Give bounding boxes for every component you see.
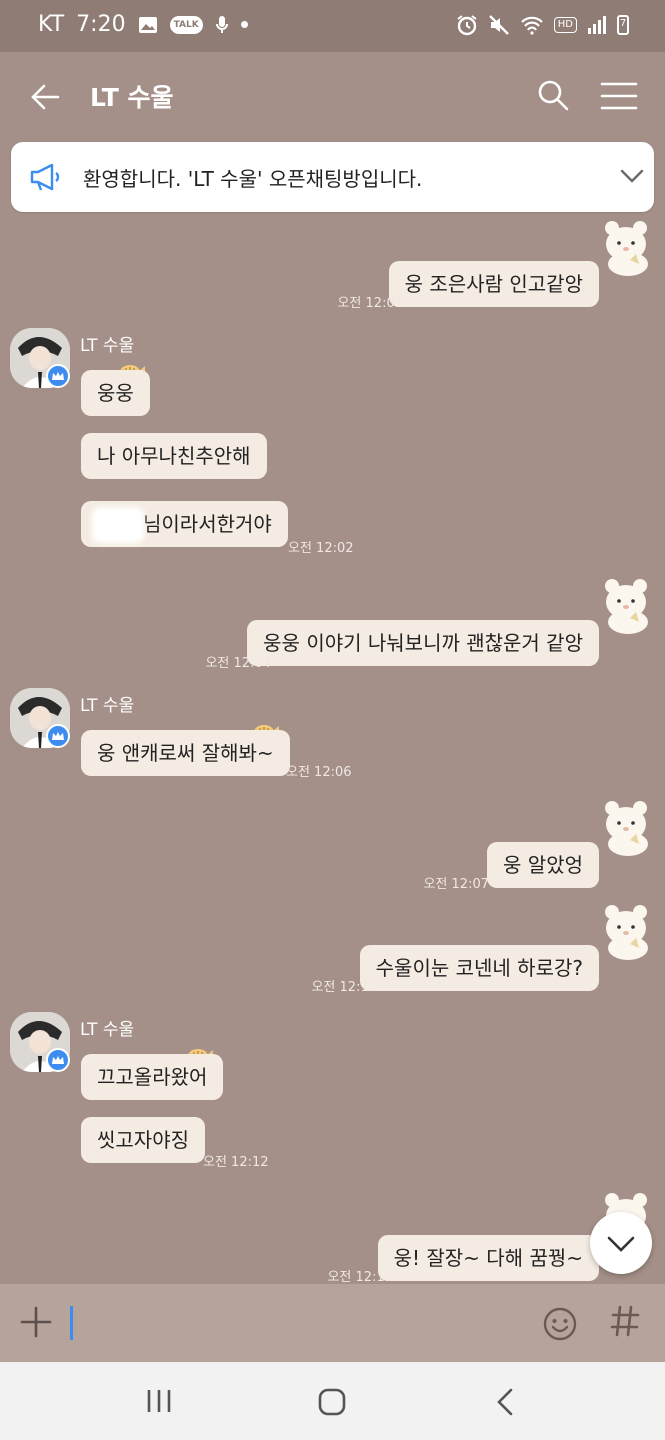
- status-bar: KT 7:20 TALK HD 7: [0, 0, 665, 52]
- notice-banner[interactable]: 환영합니다. 'LT 수울' 오픈채팅방입니다.: [11, 142, 654, 212]
- talk-badge-label: TALK: [173, 19, 199, 30]
- scroll-to-bottom-button[interactable]: [590, 1212, 652, 1274]
- host-crown-icon: [46, 724, 70, 748]
- arrow-left-icon[interactable]: [28, 80, 62, 114]
- system-nav-bar: [0, 1362, 665, 1440]
- other-message-bubble[interactable]: 끄고올라왔어: [81, 1054, 224, 1100]
- sender-name: LT 수울: [80, 696, 135, 716]
- status-left: KT 7:20 TALK: [38, 12, 248, 37]
- smiley-icon[interactable]: [542, 1306, 578, 1342]
- chat-header: LT 수울: [0, 52, 665, 140]
- other-message-bubble[interactable]: 웅 앤캐로써 잘해봐~: [81, 730, 290, 776]
- message-input-bar: [0, 1284, 665, 1362]
- chevron-down-icon: [607, 1236, 635, 1252]
- my-bear-sticker: [605, 801, 648, 856]
- wifi-icon: [520, 16, 543, 35]
- alarm-icon: [457, 15, 477, 36]
- my-message-bubble[interactable]: 웅! 잘장~ 다해 꿈꿩~: [377, 1235, 599, 1281]
- chevron-down-icon[interactable]: [619, 166, 645, 184]
- status-right: HD 7: [456, 14, 629, 36]
- host-crown-icon: [46, 1048, 70, 1072]
- message-time: 오전 12:12: [203, 1155, 269, 1170]
- signal-icon: [588, 16, 606, 34]
- message-time: 오전 12:04: [205, 656, 271, 671]
- my-message-bubble[interactable]: 웅웅 이야기 나눠보니까 괜찮운거 같앙: [247, 620, 599, 666]
- other-message-bubble[interactable]: 나 아무나친추안해: [81, 433, 267, 479]
- dot-icon: [240, 21, 248, 28]
- room-title: LT 수울: [90, 83, 174, 112]
- message-time: 오전 12:01: [337, 296, 403, 311]
- my-message-bubble[interactable]: 웅 조은사람 인고같앙: [388, 261, 599, 307]
- battery-level-label: 7: [619, 18, 627, 29]
- hamburger-icon[interactable]: [600, 80, 638, 112]
- message-time: 오전 12:02: [288, 541, 354, 556]
- message-time: 오전 12:07: [423, 877, 489, 892]
- talk-icon: TALK: [169, 15, 203, 34]
- hd-label: HD: [557, 19, 573, 30]
- message-time: 오전 12:12: [327, 1270, 393, 1285]
- sender-name: LT 수울: [80, 1020, 135, 1040]
- carrier-label: KT: [38, 12, 65, 37]
- plus-icon[interactable]: [20, 1306, 52, 1338]
- my-bear-sticker: [605, 221, 648, 276]
- gallery-icon: [138, 16, 157, 33]
- my-bear-sticker: [605, 905, 648, 960]
- redacted-name: [92, 507, 144, 543]
- nav-back-icon[interactable]: [494, 1387, 516, 1417]
- hash-icon[interactable]: [610, 1304, 640, 1338]
- sender-name: LT 수울: [80, 336, 135, 356]
- message-time: 오전 12:11: [311, 980, 377, 995]
- message-input[interactable]: [70, 1302, 514, 1346]
- clock: 7:20: [76, 12, 126, 37]
- hd-icon: HD: [553, 17, 577, 33]
- recent-apps-icon[interactable]: [145, 1388, 173, 1414]
- megaphone-icon: [30, 163, 60, 191]
- my-bear-sticker: [605, 579, 648, 634]
- message-time: 오전 12:06: [286, 765, 352, 780]
- other-message-bubble[interactable]: 씻고자야징: [81, 1117, 205, 1163]
- battery-icon: 7: [617, 15, 629, 35]
- text-caret: [70, 1306, 73, 1340]
- home-icon[interactable]: [317, 1387, 347, 1417]
- mute-icon: [488, 15, 509, 35]
- search-icon[interactable]: [536, 78, 570, 112]
- notice-text: 환영합니다. 'LT 수울' 오픈채팅방입니다.: [83, 167, 423, 191]
- host-crown-icon: [46, 364, 70, 388]
- mic-icon: [215, 15, 228, 33]
- my-message-bubble[interactable]: 수울이눈 코넨네 하로강?: [359, 945, 599, 991]
- my-message-bubble[interactable]: 웅 알았엉: [487, 842, 599, 888]
- other-message-bubble[interactable]: 웅웅: [81, 370, 150, 416]
